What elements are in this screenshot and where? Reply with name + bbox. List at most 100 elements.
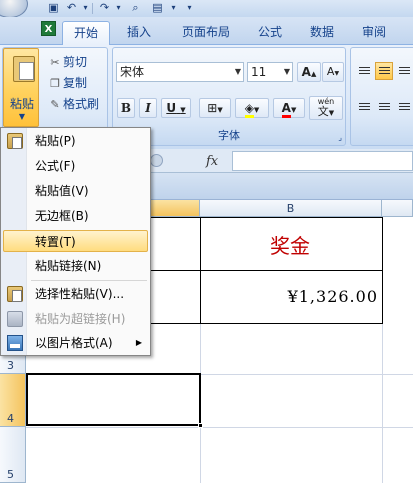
align-left-icon: [359, 103, 370, 112]
format-painter-icon: ✎: [50, 98, 60, 111]
name-box-resize-handle[interactable]: [150, 154, 163, 167]
tab-data[interactable]: 数据: [300, 21, 344, 45]
format-painter-label: 格式刷: [63, 97, 100, 111]
row-header-4[interactable]: 4: [0, 374, 26, 427]
copy-label: 复制: [63, 76, 88, 90]
align-middle-button[interactable]: [375, 62, 393, 80]
bold-button[interactable]: B: [117, 98, 135, 118]
excel-icon: X: [41, 21, 56, 36]
column-header-c[interactable]: [382, 200, 413, 217]
menu-item-transpose-label: 转置(T): [35, 235, 76, 249]
grow-font-button[interactable]: A▲: [297, 62, 321, 82]
insert-function-button[interactable]: fx: [206, 154, 218, 169]
gridline: [26, 427, 413, 428]
menu-item-formulas[interactable]: 公式(F): [3, 155, 148, 177]
italic-button[interactable]: I: [139, 98, 157, 118]
underline-button[interactable]: U ▼: [161, 98, 191, 118]
font-size-value: 11: [251, 65, 267, 79]
quick-access-separator: [92, 3, 93, 14]
redo-icon[interactable]: ↷: [97, 1, 112, 15]
menu-item-as-picture[interactable]: 以图片格式(A) ▶: [3, 332, 148, 354]
align-bottom-button[interactable]: [395, 62, 413, 80]
submenu-arrow-icon: ▶: [135, 338, 142, 347]
print-preview-icon[interactable]: ⌕: [128, 1, 143, 15]
tab-insert[interactable]: 插入: [115, 21, 163, 45]
font-name-value: 宋体: [120, 65, 145, 79]
copy-button[interactable]: ❐ 复制: [47, 74, 87, 92]
quick-print-icon[interactable]: ▤: [150, 1, 165, 15]
cut-button[interactable]: ✂ 剪切: [47, 53, 87, 71]
phonetic-guide-button[interactable]: wén 文▼: [309, 96, 343, 120]
paste-icon: [7, 133, 23, 149]
menu-item-paste-link[interactable]: 粘贴链接(N): [3, 255, 148, 277]
font-size-combobox[interactable]: 11 ▼: [247, 62, 293, 82]
format-painter-button[interactable]: ✎ 格式刷: [47, 95, 99, 113]
menu-item-paste[interactable]: 粘贴(P): [3, 130, 148, 152]
menu-item-paste-values-label: 粘贴值(V): [35, 184, 89, 198]
paste-dropdown-menu: 粘贴(P) 公式(F) 粘贴值(V) 无边框(B) 转置(T) 粘贴链接(N) …: [0, 127, 151, 356]
align-right-button[interactable]: [395, 98, 413, 116]
tab-home[interactable]: 开始: [62, 21, 110, 45]
cut-label: 剪切: [63, 55, 88, 69]
menu-item-paste-label: 粘贴(P): [35, 134, 76, 148]
menu-item-paste-as-hyperlink: 粘贴为超链接(H): [3, 308, 148, 330]
undo-icon[interactable]: ↶: [64, 1, 79, 15]
font-color-button[interactable]: A▼: [273, 98, 305, 118]
menu-separator: [31, 280, 147, 281]
align-bottom-icon: [399, 67, 410, 76]
align-right-icon: [399, 103, 410, 112]
menu-item-paste-special-label: 选择性粘贴(V)...: [35, 287, 125, 301]
formula-input[interactable]: [232, 151, 413, 171]
align-center-button[interactable]: [375, 98, 393, 116]
tab-formulas[interactable]: 公式: [248, 21, 292, 45]
fill-handle[interactable]: [198, 423, 203, 428]
align-top-button[interactable]: [355, 62, 373, 80]
quick-access-toolbar: ▣ ↶ ▾ ↷ ▾ ⌕ ▤ ▾ ▾: [0, 0, 413, 18]
paste-button-label: 粘贴: [9, 97, 34, 111]
borders-icon: ⊞: [207, 101, 218, 115]
fill-color-button[interactable]: ◈▼: [235, 98, 269, 118]
alignment-group: [350, 47, 413, 146]
align-middle-icon: [379, 67, 390, 76]
active-cell-a4[interactable]: [26, 373, 201, 426]
align-top-icon: [359, 67, 370, 76]
align-left-button[interactable]: [355, 98, 373, 116]
save-icon[interactable]: ▣: [46, 1, 61, 15]
menu-item-paste-special[interactable]: 选择性粘贴(V)...: [3, 283, 148, 305]
row-4-label: 4: [7, 412, 14, 425]
picture-icon: [7, 335, 23, 351]
tab-page-layout[interactable]: 页面布局: [170, 21, 242, 45]
borders-button[interactable]: ⊞▼: [199, 98, 231, 118]
paste-special-icon: [7, 286, 23, 302]
phonetic-guide-char: 文: [317, 105, 329, 118]
font-size-dropdown-icon[interactable]: ▼: [284, 63, 290, 81]
paste-button[interactable]: 粘贴 ▼: [3, 48, 39, 127]
gridline: [382, 323, 383, 483]
menu-item-no-borders-label: 无边框(B): [35, 209, 89, 223]
underline-label: U: [166, 101, 177, 115]
menu-item-no-borders[interactable]: 无边框(B): [3, 205, 148, 227]
column-header-b[interactable]: B: [200, 200, 382, 217]
tab-review[interactable]: 审阅: [352, 21, 396, 45]
fill-bucket-icon: ◈: [244, 101, 254, 118]
menu-item-paste-as-hyperlink-label: 粘贴为超链接(H): [35, 312, 126, 326]
menu-item-transpose[interactable]: 转置(T): [3, 230, 148, 252]
font-dialog-launcher-icon[interactable]: ⌟: [338, 133, 342, 142]
scissors-icon: ✂: [50, 56, 60, 69]
grow-font-label: A: [301, 65, 311, 79]
menu-item-formulas-label: 公式(F): [35, 159, 76, 173]
redo-dropdown-icon[interactable]: ▾: [111, 1, 126, 15]
align-center-icon: [379, 103, 390, 112]
menu-item-paste-values[interactable]: 粘贴值(V): [3, 180, 148, 202]
row-header-5[interactable]: 5: [0, 427, 26, 483]
print-dropdown-icon[interactable]: ▾: [166, 1, 181, 15]
undo-dropdown-icon[interactable]: ▾: [78, 1, 93, 15]
menu-item-as-picture-label: 以图片格式(A): [35, 336, 113, 350]
font-name-dropdown-icon[interactable]: ▼: [235, 63, 241, 81]
font-name-combobox[interactable]: 宋体 ▼: [116, 62, 244, 82]
shrink-font-button[interactable]: A▼: [322, 62, 344, 82]
customize-toolbar-icon[interactable]: ▾: [182, 1, 197, 15]
hyperlink-icon: [7, 311, 23, 327]
paste-dropdown-arrow-icon[interactable]: ▼: [4, 112, 40, 121]
office-button[interactable]: [0, 0, 28, 18]
